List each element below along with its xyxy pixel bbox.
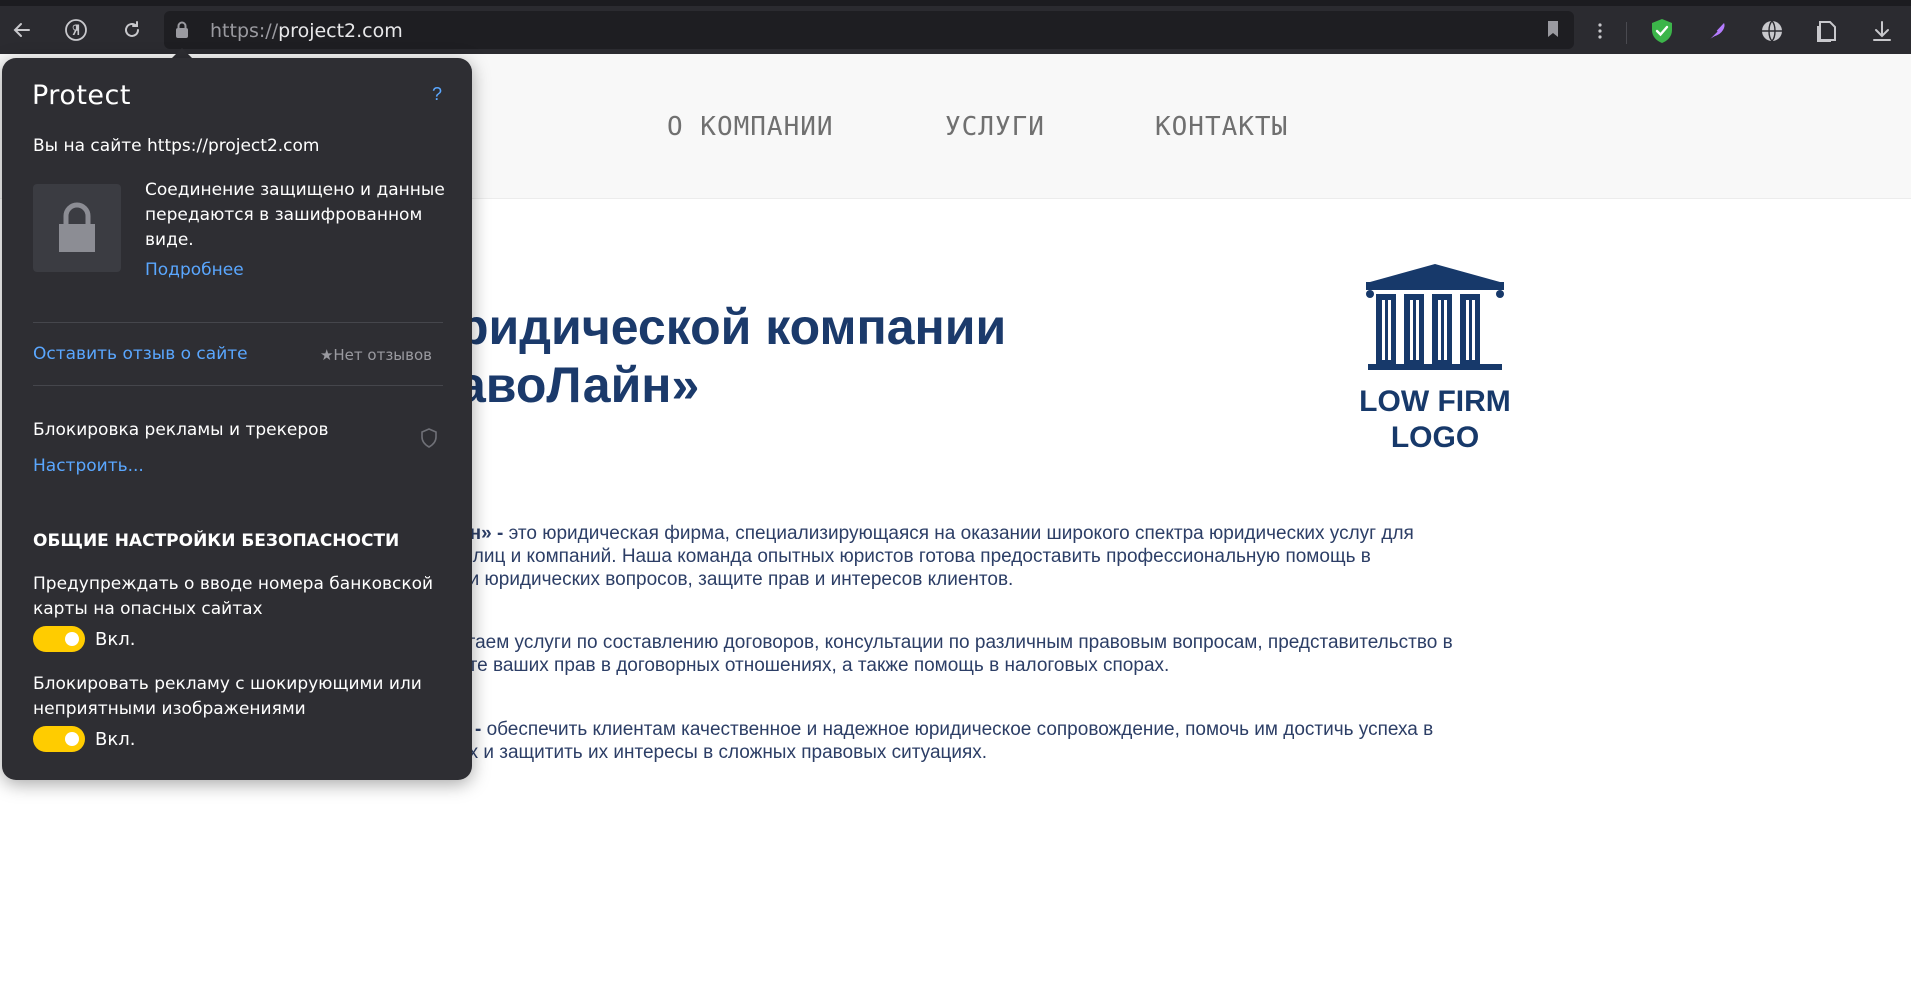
arrow-left-icon [13, 23, 30, 37]
card-warning-setting: Предупреждать о вводе номера банковской … [33, 574, 434, 619]
paragraph-text: обеспечить клиентам качественное и надеж… [481, 719, 1434, 740]
card-warning-toggle[interactable] [33, 626, 85, 652]
logo-text-line1: LOW FIRM [1359, 385, 1511, 418]
shield-outline-icon[interactable] [420, 428, 438, 453]
reload-icon [125, 21, 139, 37]
configure-link[interactable]: Настроить... [33, 456, 144, 476]
paragraph-text: это юридическая фирма, специализирующаяс… [503, 523, 1414, 544]
download-icon[interactable] [1868, 17, 1896, 45]
protect-title: Protect [32, 80, 131, 111]
url-scheme: https:// [210, 20, 279, 42]
leave-feedback-link[interactable]: Оставить отзыв о сайте [33, 344, 248, 364]
globe-translate-icon[interactable] [1758, 17, 1786, 45]
reload-button[interactable] [118, 16, 146, 44]
protect-shield-icon[interactable] [1648, 17, 1676, 45]
logo-text: LOW FIRM LOGO [1330, 384, 1540, 456]
toggle-state-label: Вкл. [95, 728, 136, 750]
security-section-title: ОБЩИЕ НАСТРОЙКИ БЕЗОПАСНОСТИ [33, 531, 400, 551]
protect-popup: Protect ? Вы на сайте https://project2.c… [2, 58, 472, 780]
current-site-line: Вы на сайте https://project2.com [33, 136, 320, 156]
card-warning-toggle-row[interactable]: Вкл. [33, 626, 135, 652]
shocking-ads-toggle[interactable] [33, 726, 85, 752]
nav-contacts[interactable]: КОНТАКТЫ [1155, 112, 1288, 142]
shocking-ads-toggle-row[interactable]: Вкл. [33, 726, 135, 752]
more-menu-icon[interactable] [1586, 17, 1614, 45]
lock-icon[interactable] [174, 20, 190, 45]
company-logo: LOW FIRM LOGO [1330, 260, 1540, 460]
connection-status-text: Соединение защищено и данные передаются … [145, 180, 445, 250]
collections-icon[interactable] [1813, 17, 1841, 45]
no-reviews-text: Нет отзывов [333, 346, 432, 364]
url-host: project2.com [278, 20, 403, 42]
feather-extension-icon[interactable] [1703, 17, 1731, 45]
bookmark-icon[interactable] [1546, 20, 1560, 43]
nav-services[interactable]: УСЛУГИ [945, 112, 1045, 142]
address-bar[interactable]: https://project2.com [164, 11, 1574, 49]
yandex-button[interactable] [62, 16, 90, 44]
browser-toolbar: https://project2.com [0, 0, 1911, 54]
more-info-link[interactable]: Подробнее [145, 260, 244, 280]
padlock-icon [59, 202, 95, 252]
toggle-state-label: Вкл. [95, 628, 136, 650]
columns-logo-icon [1366, 264, 1504, 370]
logo-text-line2: LOGO [1390, 421, 1480, 454]
back-button[interactable] [8, 16, 36, 44]
toolbar-separator [1626, 22, 1627, 44]
shocking-ads-setting: Блокировать рекламу с шокирующими или не… [33, 674, 422, 719]
divider [33, 322, 443, 323]
url-text[interactable]: https://project2.com [210, 20, 403, 42]
star-icon: ★ [319, 346, 334, 364]
divider [33, 385, 443, 386]
reviews-status: ★Нет отзывов [320, 346, 432, 364]
yandex-logo-icon [65, 19, 87, 41]
help-button[interactable]: ? [432, 84, 442, 105]
nav-about[interactable]: О КОМПАНИИ [667, 112, 834, 142]
ad-block-label: Блокировка рекламы и трекеров [33, 420, 329, 440]
connection-lock-box [33, 184, 121, 272]
